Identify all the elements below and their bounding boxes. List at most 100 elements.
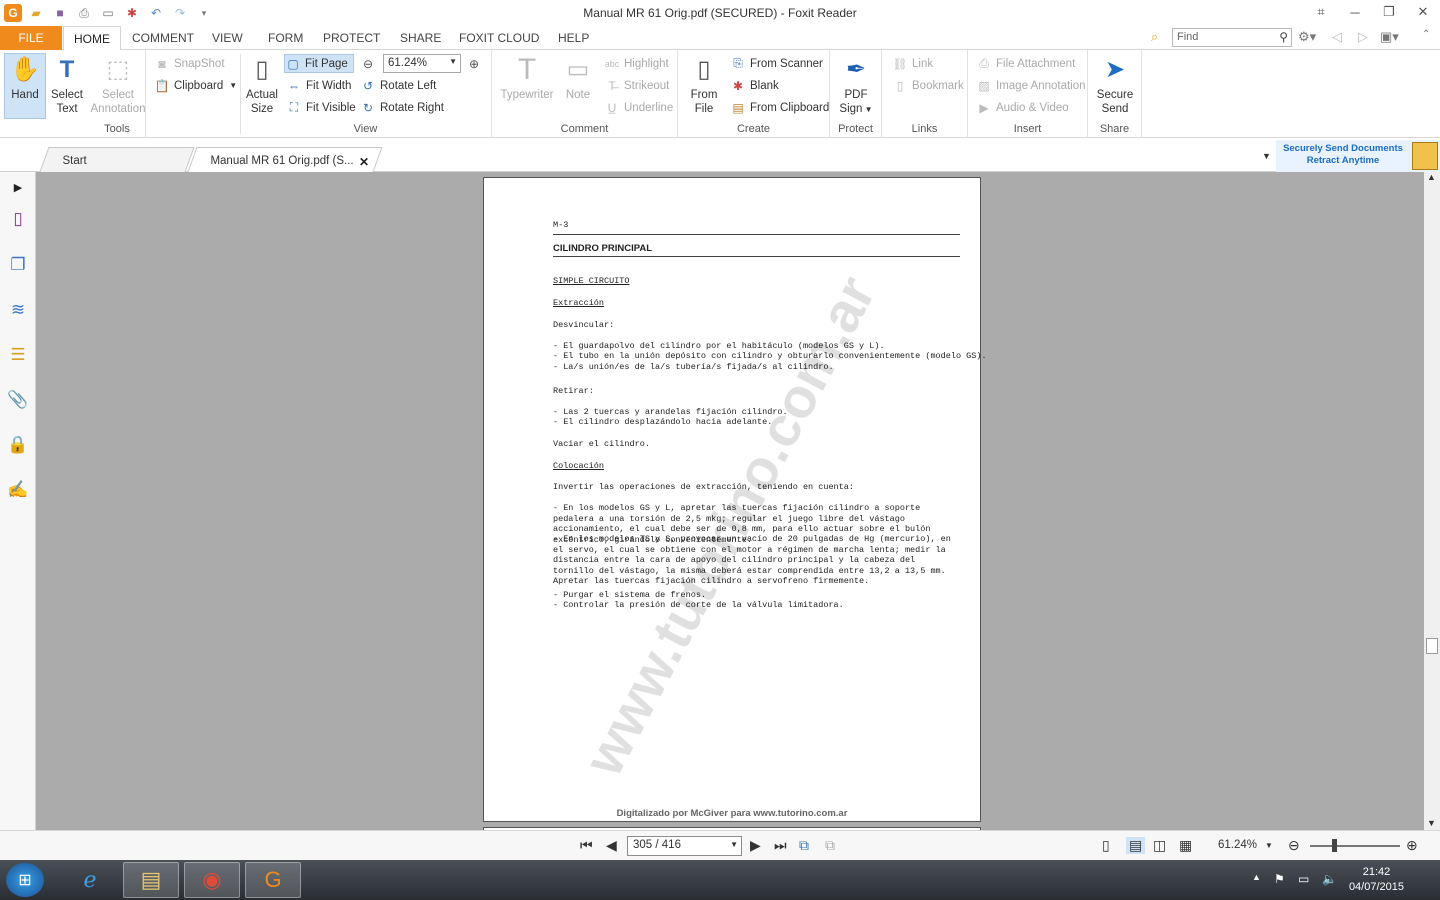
close-tab-icon[interactable]: ✕ [359,155,369,169]
single-page-icon[interactable]: ▯ [1102,837,1110,854]
blank-button[interactable]: ✱ Blank [730,76,779,95]
scroll-up-icon[interactable]: ▲ [1427,172,1436,182]
clipboard-button[interactable]: 📋 Clipboard ▼ [154,76,238,95]
from-file-button[interactable]: ▯ From File [684,54,724,116]
minimize-button[interactable]: ─ [1338,0,1372,24]
collapse-ribbon-icon[interactable]: ⌃ [1422,29,1430,40]
select-text-button[interactable]: T Select Text [46,54,88,116]
rotate-left-button[interactable]: ↺ Rotate Left [360,76,436,95]
strikeout-button[interactable]: T̶ Strikeout [604,76,669,95]
tab-comment[interactable]: COMMENT [122,26,204,50]
comments-icon[interactable]: ☰ [7,344,29,366]
security-lock-icon[interactable]: 🔒 [7,434,29,456]
typewriter-button[interactable]: T Typewriter [498,54,556,102]
restore-button[interactable]: ❐ [1372,0,1406,24]
search-input[interactable]: Find ⚲ [1172,28,1292,47]
continuous-facing-icon[interactable]: ▦ [1179,837,1192,854]
audio-video-button[interactable]: ▶ Audio & Video [976,98,1069,117]
bookmarks-icon[interactable]: ▯ [7,208,29,230]
tab-file[interactable]: FILE [0,26,62,50]
underline-button[interactable]: U̲ Underline [604,98,674,117]
search-icon[interactable]: ⚲ [1279,30,1288,44]
previous-view-icon[interactable]: ⧉ [799,837,809,854]
settings-gear-icon[interactable]: ⚙▾ [1298,29,1316,45]
file-explorer-icon[interactable]: ▤ [123,862,179,898]
search-folder-icon[interactable]: ⌕ [1151,29,1158,45]
internet-explorer-icon[interactable]: ℯ [62,862,118,898]
tab-help[interactable]: HELP [548,26,599,50]
zoom-dropdown[interactable]: 61.24% ▼ [383,54,461,73]
tab-document[interactable]: Manual MR 61 Orig.pdf (S... [187,147,383,172]
zoom-in-icon[interactable]: ⊕ [1406,837,1418,854]
tab-protect[interactable]: PROTECT [313,26,390,50]
action-center-flag-icon[interactable]: ⚑ [1274,872,1285,886]
zoom-out-button[interactable]: ⊖ [360,54,380,73]
image-annotation-button[interactable]: ▨ Image Annotation [976,76,1085,95]
fit-width-button[interactable]: ⇔ Fit Width [286,76,351,95]
network-icon[interactable]: ▭ [1298,872,1309,886]
file-attachment-button[interactable]: ⎙ File Attachment [976,54,1075,73]
vertical-scrollbar[interactable]: ▲ ▼ [1424,172,1440,830]
promo-line-2: Retract Anytime [1306,155,1380,166]
select-annotation-button[interactable]: ⬚ Select Annotation [88,54,148,116]
signature-icon[interactable]: ✍ [7,479,29,501]
rotate-right-button[interactable]: ↻ Rotate Right [360,98,444,117]
audio-video-label: Audio & Video [996,101,1069,114]
system-clock[interactable]: 21:42 04/07/2015 [1349,865,1404,895]
zoom-in-button[interactable]: ⊕ [466,54,486,73]
attachments-icon[interactable]: 📎 [7,389,29,411]
close-button[interactable]: ✕ [1406,0,1440,24]
facing-pages-icon[interactable]: ◫ [1153,837,1166,854]
zoom-level[interactable]: 61.24% ▼ [1218,839,1273,851]
tray-expand-icon[interactable]: ▲ [1252,872,1261,882]
tab-foxit-cloud[interactable]: FOXIT CLOUD [449,26,549,50]
bookmark-button[interactable]: ▯ Bookmark [892,76,964,95]
previous-arrow-icon[interactable]: ◁ [1332,29,1342,45]
next-arrow-icon[interactable]: ▷ [1358,29,1368,45]
foxit-reader-taskbar-icon[interactable]: G [245,862,301,898]
tab-home[interactable]: HOME [63,26,121,51]
fit-page-label: Fit Page [305,57,348,70]
hand-tool[interactable]: ✋ Hand [4,54,46,102]
layers-icon[interactable]: ≋ [7,299,29,321]
actual-size-button[interactable]: ▯ Actual Size [244,54,280,116]
next-page-icon[interactable]: ▶ [750,837,761,854]
user-account-icon[interactable]: ▣▾ [1380,29,1399,45]
promo-banner[interactable]: Securely Send Documents Retract Anytime [1276,140,1440,172]
highlight-button[interactable]: abc Highlight [604,54,669,73]
tab-list-chevron-icon[interactable]: ▼ [1262,151,1271,161]
start-button[interactable]: ⊞ [6,863,44,897]
continuous-page-icon[interactable]: ▤ [1126,837,1146,854]
from-clipboard-button[interactable]: ▤ From Clipboard [730,98,829,117]
last-page-icon[interactable]: ⏭ [774,837,787,854]
zoom-out-icon[interactable]: ⊖ [1288,837,1300,854]
tab-view[interactable]: VIEW [202,26,253,50]
page-number-input[interactable]: 305 / 416 ▼ [627,836,742,856]
scrollbar-thumb[interactable] [1426,638,1438,654]
first-page-icon[interactable]: ⏮ [580,837,593,854]
note-button[interactable]: ▭ Note [560,54,596,102]
underline-icon: U̲ [607,100,617,115]
tab-start[interactable]: Start [39,147,195,172]
expand-panel-icon[interactable]: ▶ [7,176,29,198]
volume-icon[interactable]: 🔈 [1322,872,1337,886]
tab-share[interactable]: SHARE [390,26,451,50]
secure-send-button[interactable]: ➤ Secure Send [1092,54,1138,116]
previous-page-icon[interactable]: ◀ [606,837,617,854]
scroll-down-icon[interactable]: ▼ [1427,818,1436,828]
fit-page-button[interactable]: ▢ Fit Page [284,54,354,73]
fit-visible-button[interactable]: ⛶ Fit Visible [286,98,356,117]
from-scanner-button[interactable]: ⎘ From Scanner [730,54,823,73]
promo-lock-icon [1412,142,1438,170]
chrome-icon[interactable]: ◉ [184,862,240,898]
pages-thumbnails-icon[interactable]: ❐ [7,254,29,276]
next-view-icon[interactable]: ⧉ [825,837,835,854]
pdf-sign-button[interactable]: ✒ PDF Sign ▼ [834,54,878,117]
snapshot-button[interactable]: ◙ SnapShot [154,54,224,73]
ribbon-options-icon[interactable]: ⌗ [1304,0,1338,24]
zoom-slider[interactable] [1310,845,1400,847]
link-button[interactable]: ⛓ Link [892,54,933,73]
tab-form[interactable]: FORM [258,26,313,50]
zoom-slider-knob[interactable] [1332,839,1337,852]
document-viewport[interactable]: M-3 CILINDRO PRINCIPAL SIMPLE CIRCUITO E… [36,172,1424,830]
